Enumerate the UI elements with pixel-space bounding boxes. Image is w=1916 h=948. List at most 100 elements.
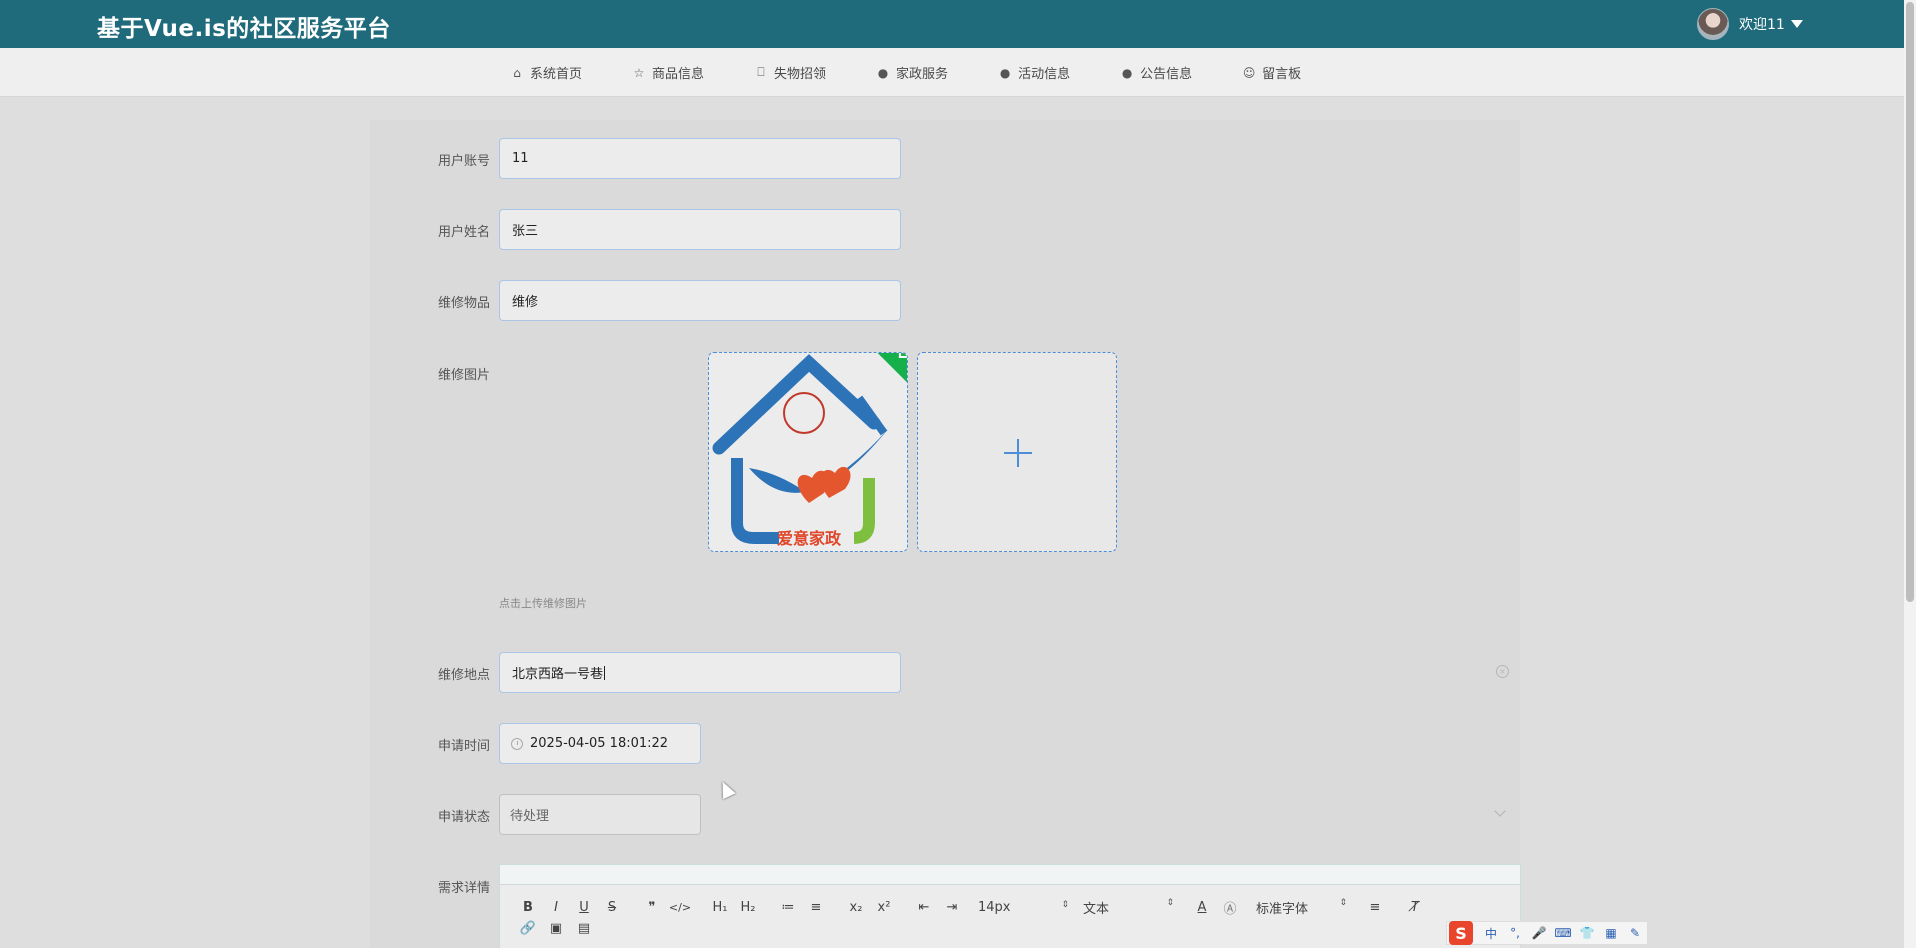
editor-top-strip — [500, 865, 1520, 885]
punctuation-icon[interactable]: °, — [1503, 926, 1527, 940]
status-value: 待处理 — [510, 809, 550, 824]
font-size-value: 14px — [978, 900, 1011, 915]
quote-button[interactable]: ❞ — [638, 900, 666, 915]
caret-down-icon[interactable] — [1790, 20, 1803, 28]
account-field[interactable]: 11 — [499, 138, 901, 179]
font-size-select[interactable]: 14px ⇕ — [978, 900, 1083, 915]
uploaded-image-card[interactable]: 爱意家政 — [708, 352, 908, 552]
nav-label: 活动信息 — [1018, 67, 1071, 82]
account-value: 11 — [512, 151, 529, 166]
scroll-thumb[interactable] — [1906, 2, 1914, 602]
apply-time-value: 2025-04-05 18:01:22 — [530, 736, 669, 751]
nav-item-home[interactable]: ⌂ 系统首页 — [510, 63, 583, 83]
format-value: 文本 — [1083, 902, 1110, 917]
question-icon: ● — [999, 65, 1011, 80]
name-value: 张三 — [512, 224, 539, 239]
user-menu[interactable]: 欢迎11 — [1697, 4, 1803, 44]
bag-icon: ⎕ — [757, 65, 765, 79]
info-icon: ● — [1121, 65, 1133, 80]
smile-icon: ☺ — [1242, 65, 1256, 80]
editor-toolbar: B I U S ❞ </> H₁ H₂ ≔ ≡ x₂ x² ⇤ ⇥ 14px ⇕ … — [514, 898, 1429, 917]
alert-icon: ● — [877, 65, 889, 80]
ime-toolbar[interactable]: S 中 °, 🎤 ⌨ 👕 ▦ ✎ — [1446, 921, 1648, 945]
site-title: 基于Vue.is的社区服务平台 — [97, 16, 391, 42]
page-scrollbar[interactable] — [1904, 0, 1916, 948]
home-icon: ⌂ — [513, 65, 521, 80]
sogou-logo-icon[interactable]: S — [1449, 921, 1473, 945]
check-icon — [898, 353, 907, 358]
italic-button[interactable]: I — [542, 900, 570, 915]
code-button[interactable]: </> — [666, 901, 694, 914]
text-color-button[interactable]: A — [1188, 900, 1216, 915]
ordered-list-button[interactable]: ≔ — [774, 900, 802, 915]
welcome-text[interactable]: 欢迎11 — [1739, 14, 1785, 34]
indent-button[interactable]: ⇥ — [938, 900, 966, 915]
image-icon[interactable]: ▣ — [542, 921, 570, 936]
rich-text-editor[interactable]: B I U S ❞ </> H₁ H₂ ≔ ≡ x₂ x² ⇤ ⇥ 14px ⇕ … — [499, 864, 1521, 948]
strike-button[interactable]: S — [598, 900, 626, 915]
nav-item-goods[interactable]: ☆ 商品信息 — [632, 63, 704, 83]
grid-icon[interactable]: ▦ — [1599, 926, 1623, 940]
name-label: 用户姓名 — [437, 225, 490, 240]
microphone-icon[interactable]: 🎤 — [1527, 926, 1551, 940]
nav-list: ⌂ 系统首页 ☆ 商品信息 ⎕ 失物招领 ● 家政服务 ● 活动信息 ● 公告信… — [510, 48, 1351, 97]
outdent-button[interactable]: ⇤ — [910, 900, 938, 915]
font-family-select[interactable]: 标准字体 ⇕ — [1256, 898, 1361, 917]
item-field[interactable]: 维修 — [499, 280, 901, 321]
account-label: 用户账号 — [437, 154, 490, 169]
text-cursor — [604, 665, 606, 680]
plus-icon — [1004, 439, 1032, 467]
link-icon[interactable]: 🔗 — [514, 921, 542, 936]
editor-toolbar-row2: 🔗 ▣ ▤ — [514, 921, 598, 936]
pen-icon[interactable]: ✎ — [1623, 926, 1647, 940]
top-header: 基于Vue.is的社区服务平台 欢迎11 — [0, 0, 1904, 48]
status-label: 申请状态 — [437, 810, 490, 825]
location-value: 北京西路一号巷 — [512, 667, 604, 682]
clear-format-button[interactable]: T̸ — [1401, 900, 1429, 915]
nav-item-message-board[interactable]: ☺ 留言板 — [1242, 63, 1302, 83]
details-label: 需求详情 — [437, 881, 490, 896]
heading2-button[interactable]: H₂ — [734, 900, 762, 915]
main-nav: ⌂ 系统首页 ☆ 商品信息 ⎕ 失物招领 ● 家政服务 ● 活动信息 ● 公告信… — [0, 48, 1904, 97]
item-label: 维修物品 — [437, 296, 490, 311]
updown-icon: ⇕ — [1166, 898, 1174, 908]
video-icon[interactable]: ▤ — [570, 921, 598, 936]
logo-caption: 爱意家政 — [776, 529, 841, 548]
location-label: 维修地点 — [437, 668, 490, 683]
subscript-button[interactable]: x₂ — [842, 900, 870, 915]
nav-item-lost-found[interactable]: ⎕ 失物招领 — [754, 63, 826, 82]
nav-item-notices[interactable]: ● 公告信息 — [1120, 63, 1193, 83]
apply-time-picker[interactable]: 2025-04-05 18:01:22 — [499, 723, 701, 764]
updown-icon: ⇕ — [1339, 898, 1347, 908]
keyboard-icon[interactable]: ⌨ — [1551, 926, 1575, 940]
status-select[interactable]: 待处理 — [499, 794, 701, 835]
name-field[interactable]: 张三 — [499, 209, 901, 250]
updown-icon: ⇕ — [1061, 900, 1069, 910]
background-color-button[interactable]: Ⓐ — [1216, 898, 1244, 917]
avatar[interactable] — [1697, 8, 1729, 40]
nav-label: 家政服务 — [896, 67, 949, 82]
nav-label: 失物招领 — [774, 67, 827, 82]
underline-button[interactable]: U — [570, 900, 598, 915]
apply-time-label: 申请时间 — [437, 739, 490, 754]
align-button[interactable]: ≡ — [1361, 900, 1389, 915]
bold-button[interactable]: B — [514, 900, 542, 915]
nav-item-housekeeping[interactable]: ● 家政服务 — [876, 63, 949, 83]
font-family-value: 标准字体 — [1256, 902, 1309, 917]
nav-label: 系统首页 — [530, 67, 583, 82]
star-icon: ☆ — [633, 65, 645, 80]
nav-label: 留言板 — [1262, 67, 1302, 82]
location-field[interactable]: 北京西路一号巷 — [499, 652, 901, 693]
nav-item-activities[interactable]: ● 活动信息 — [998, 63, 1071, 83]
format-select[interactable]: 文本 ⇕ — [1083, 898, 1188, 917]
bullet-list-button[interactable]: ≡ — [802, 900, 830, 915]
image-label: 维修图片 — [437, 368, 490, 383]
clear-icon[interactable]: × — [1496, 665, 1509, 678]
superscript-button[interactable]: x² — [870, 900, 898, 915]
nav-label: 公告信息 — [1140, 67, 1193, 82]
ime-mode-toggle[interactable]: 中 — [1479, 925, 1503, 942]
skin-icon[interactable]: 👕 — [1575, 926, 1599, 940]
clock-icon — [511, 737, 523, 750]
upload-add-button[interactable] — [917, 352, 1117, 552]
heading1-button[interactable]: H₁ — [706, 900, 734, 915]
